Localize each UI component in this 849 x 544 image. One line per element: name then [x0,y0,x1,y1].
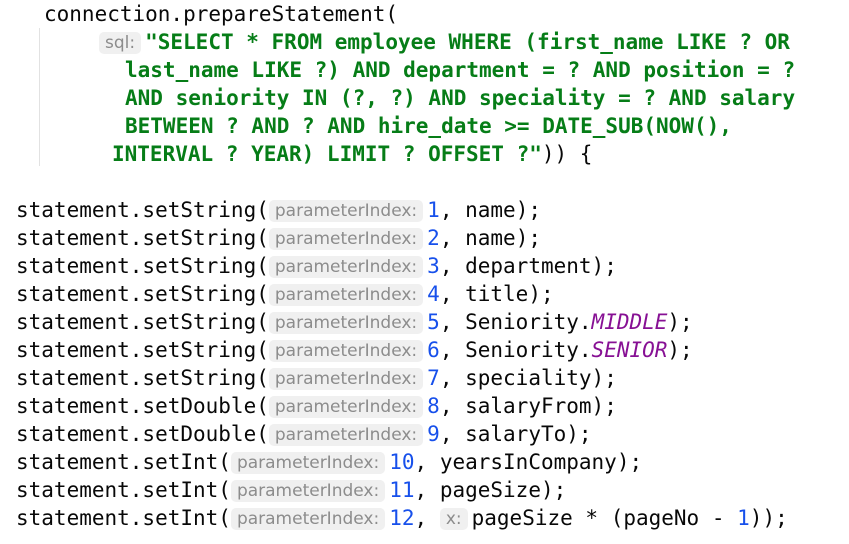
statement-line-9: statement.setDouble(parameterIndex: 9, sa… [16,422,592,446]
parameter-index-hint: parameterIndex: [230,452,386,474]
statement-line-4: statement.setString(parameterIndex: 4, ti… [16,282,554,306]
statement-close: ); [667,310,693,334]
setter-call: statement.setString( [16,310,269,334]
argument-value: department [465,254,592,278]
statement-close: ); [667,338,693,362]
argument-value: pageSize [439,478,541,502]
statement-close: ); [616,450,643,474]
indent-guide [39,28,40,166]
parameter-index-value: 7 [427,366,440,390]
argument-value: yearsInCompany [439,450,617,474]
setter-call: statement.setString( [16,254,269,278]
setter-call: statement.setInt( [16,506,231,530]
statement-line-11: statement.setInt(parameterIndex: 11, page… [16,478,567,502]
setter-call: statement.setDouble( [16,394,269,418]
sql-line-4: BETWEEN ? AND ? AND hire_date >= DATE_SU… [125,112,732,140]
statement-line-6: statement.setString(parameterIndex: 6, Se… [16,338,693,362]
argument-value: speciality [465,366,592,390]
statement-line-8: statement.setDouble(parameterIndex: 8, sa… [16,394,617,418]
statement-line-5: statement.setString(parameterIndex: 5, Se… [16,310,693,334]
parameter-index-hint: parameterIndex: [230,480,386,502]
sql-string-part: "SELECT * FROM employee WHERE (first_nam… [145,30,790,54]
offset-expression: pageSize * (pageNo - [471,506,738,530]
parameter-index-value: 9 [427,422,440,446]
parameter-index-value: 2 [427,226,440,250]
argument-value: Seniority. [465,338,592,362]
setter-call: statement.setString( [16,366,269,390]
sql-line-3: AND seniority IN (?, ?) AND speciality =… [125,84,795,112]
argument-value: Seniority. [465,310,592,334]
setter-call: statement.setString( [16,198,269,222]
parameter-index-hint: parameterIndex: [230,508,386,530]
parameter-index-hint: parameterIndex: [268,396,424,418]
statement-line-10: statement.setInt(parameterIndex: 10, year… [16,450,643,474]
statement-close: ); [591,394,617,418]
prepare-statement-close: )) { [541,142,593,166]
sql-string-part: AND seniority IN (?, ?) AND speciality =… [125,86,796,110]
enum-constant: MIDDLE [591,310,668,334]
sql-line-5: INTERVAL ? YEAR) LIMIT ? OFFSET ?")) { [112,140,592,168]
statement-close: )); [749,506,788,530]
statement-close: ); [540,478,567,502]
offset-expression-number: 1 [737,506,750,530]
parameter-index-hint: parameterIndex: [268,228,424,250]
sql-line-1: sql: "SELECT * FROM employee WHERE (first… [99,28,790,56]
setter-call: statement.setString( [16,338,269,362]
parameter-index-hint: parameterIndex: [268,340,424,362]
statement-line-1: statement.setString(parameterIndex: 1, na… [16,198,541,222]
parameter-index-hint: parameterIndex: [268,284,424,306]
parameter-index-hint: parameterIndex: [268,200,424,222]
argument-value: salaryFrom [465,394,592,418]
statement-close: ); [528,282,554,306]
setter-call: statement.setDouble( [16,422,269,446]
statement-line-2: statement.setString(parameterIndex: 2, na… [16,226,541,250]
sql-string-part: INTERVAL ? YEAR) LIMIT ? OFFSET ?" [112,142,542,166]
setter-call: statement.setInt( [16,450,231,474]
statement-line-3: statement.setString(parameterIndex: 3, de… [16,254,617,278]
argument-separator: , [414,506,428,530]
argument-value: salaryTo [465,422,567,446]
statement-close: ); [566,422,592,446]
statement-close: ); [515,226,541,250]
argument-value: name [465,226,516,250]
argument-value: name [465,198,516,222]
statement-close: ); [591,366,617,390]
prepare-statement-call: connection.prepareStatement( [44,2,399,26]
parameter-index-value: 6 [427,338,440,362]
parameter-index-value: 4 [427,282,440,306]
parameter-index-hint: parameterIndex: [268,424,424,446]
sql-line-2: last_name LIKE ?) AND department = ? AND… [125,56,795,84]
parameter-index-hint: parameterIndex: [268,368,424,390]
statement-line-7: statement.setString(parameterIndex: 7, sp… [16,366,617,390]
enum-constant: SENIOR [591,338,668,362]
parameter-index-value: 1 [427,198,440,222]
x-parameter-hint: x: [439,508,468,530]
parameter-index-value: 3 [427,254,440,278]
parameter-index-value: 8 [427,394,440,418]
setter-call: statement.setString( [16,282,269,306]
setter-call: statement.setInt( [16,478,231,502]
sql-parameter-hint: sql: [99,32,142,54]
sql-string-part: last_name LIKE ?) AND department = ? AND… [125,58,796,82]
parameter-index-value: 12 [389,506,415,530]
parameter-index-value: 11 [389,478,415,502]
parameter-index-hint: parameterIndex: [268,312,424,334]
statement-line-12: statement.setInt(parameterIndex: 12, x: pa… [16,504,788,532]
statement-close: ); [515,198,541,222]
setter-call: statement.setString( [16,226,269,250]
parameter-index-value: 5 [427,310,440,334]
argument-value: title [465,282,529,306]
parameter-index-hint: parameterIndex: [268,256,424,278]
sql-string-part: BETWEEN ? AND ? AND hire_date >= DATE_SU… [125,114,732,138]
statement-close: ); [591,254,617,278]
parameter-index-value: 10 [389,450,415,474]
